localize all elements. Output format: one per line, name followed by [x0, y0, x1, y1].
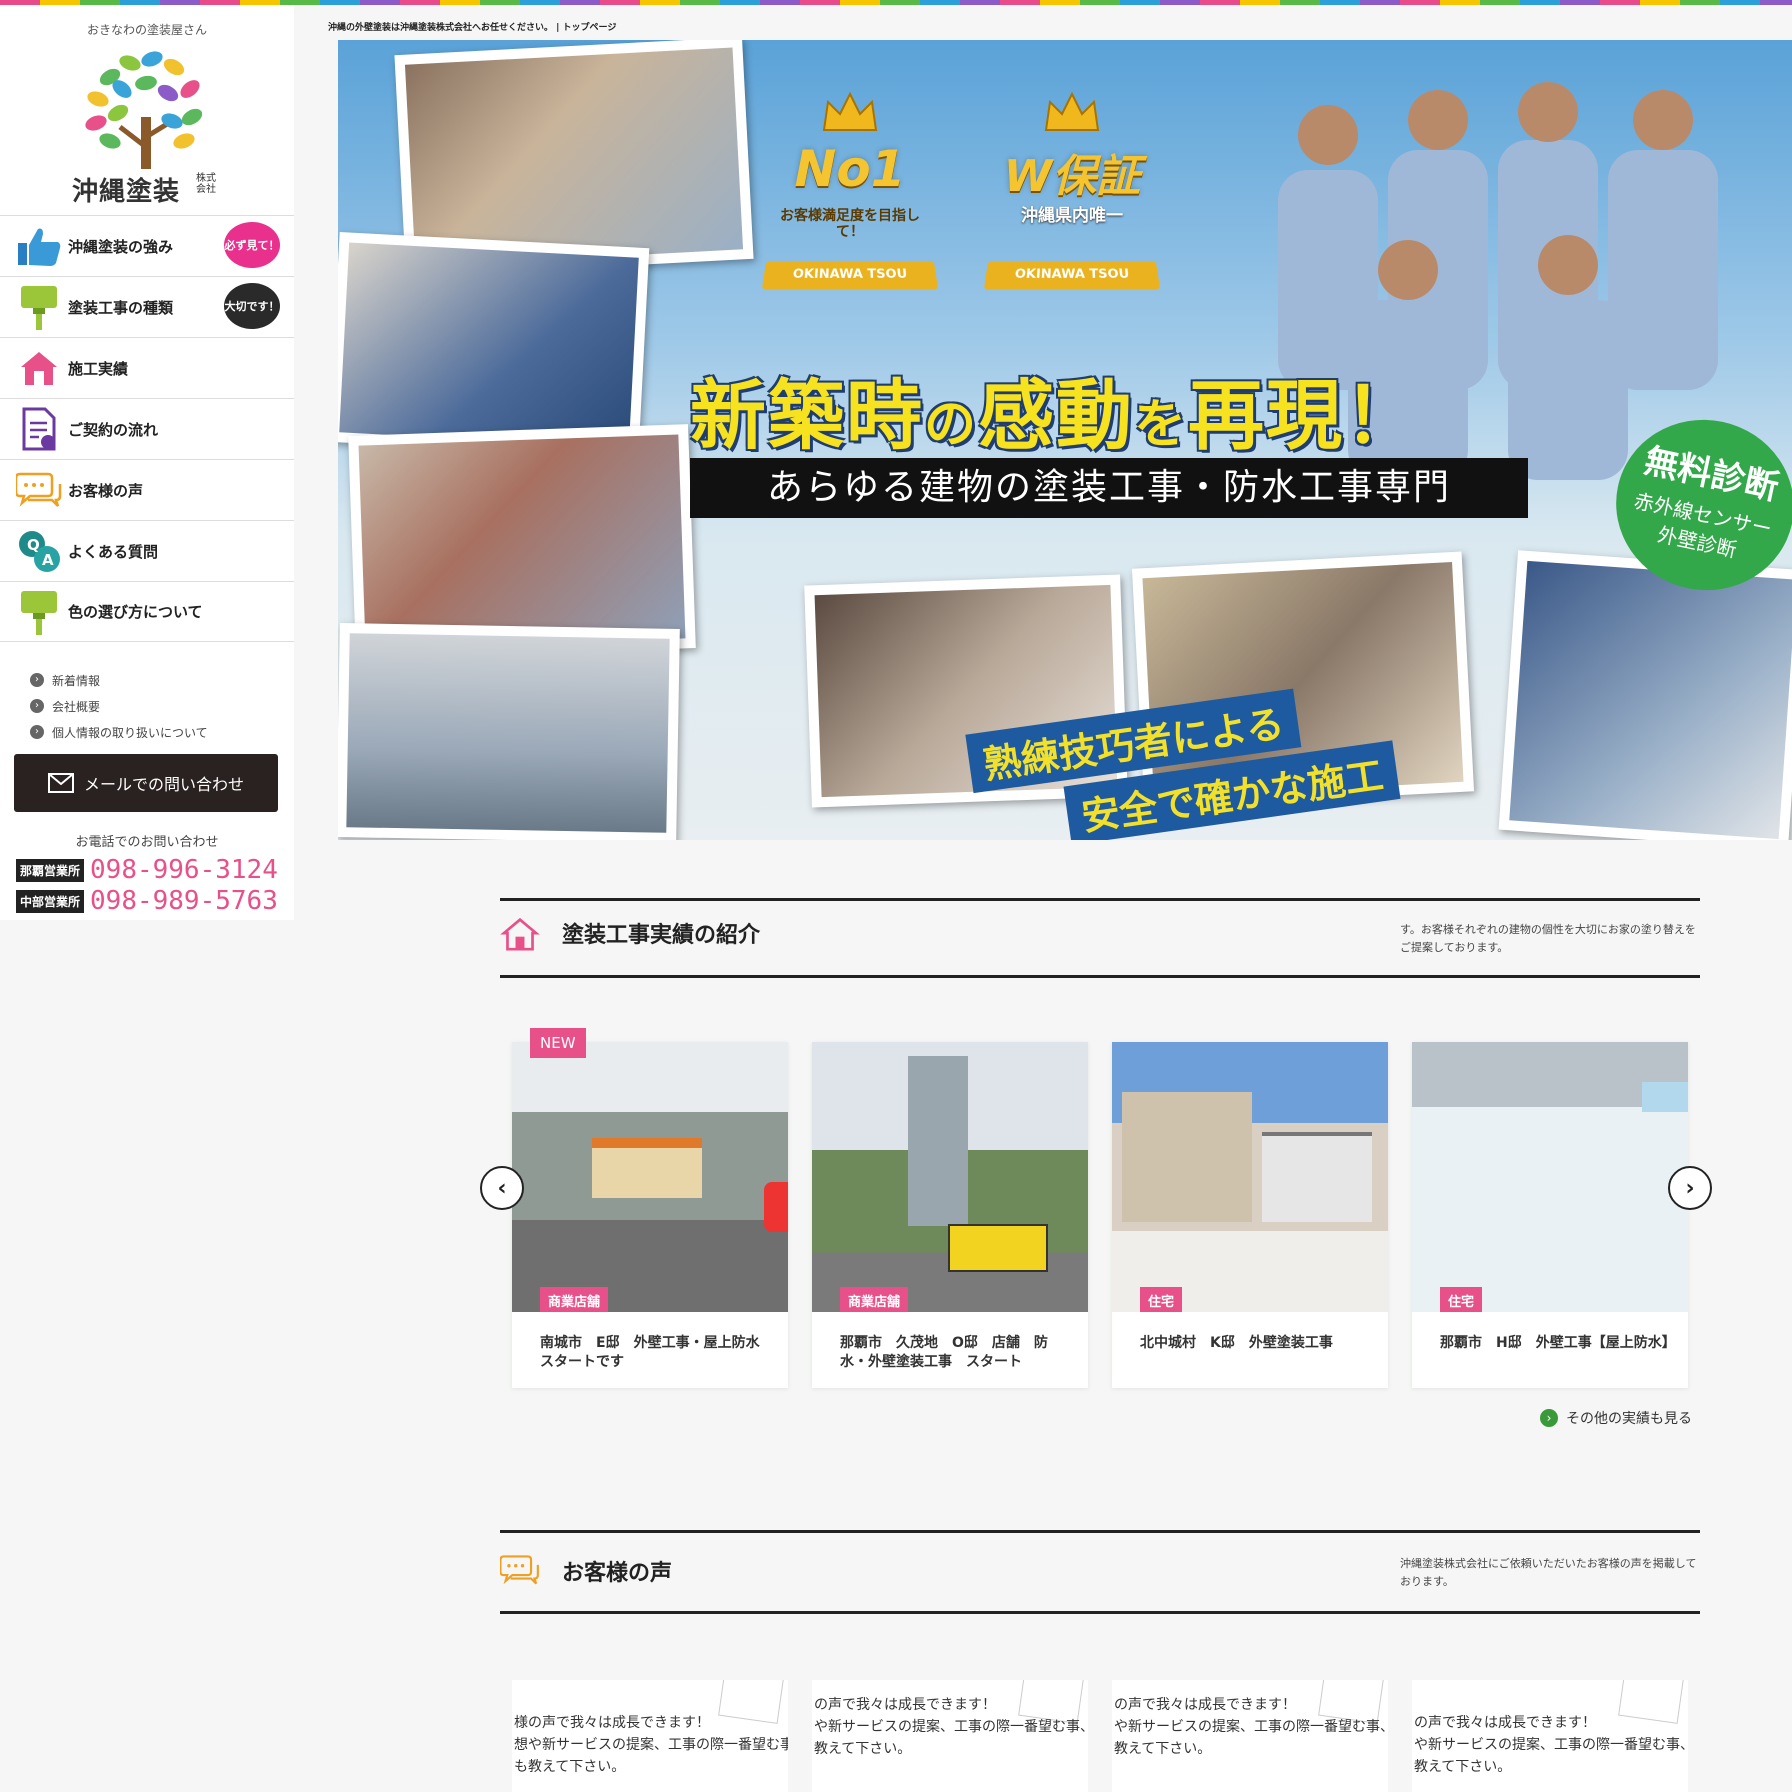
office-tag: 中部営業所	[16, 889, 85, 913]
tel-row-naha: 那覇営業所 098-996-3124	[16, 855, 278, 885]
sublink-news[interactable]: › 新着情報	[30, 667, 208, 693]
category-badge: 商業店舗	[540, 1287, 609, 1312]
new-badge: NEW	[530, 1028, 586, 1058]
mail-contact-label: メールでの問い合わせ	[83, 775, 244, 794]
svg-text:A: A	[42, 551, 54, 569]
voice-card[interactable]: の声で我々は成長できます！ や新サービスの提案、工事の際一番望む事、 教えて下さい。	[1112, 1680, 1388, 1792]
sidebar-item-label: ご契約の流れ	[68, 420, 159, 439]
logo-suffix: 株式会社	[196, 173, 216, 195]
envelope-icon	[47, 773, 74, 793]
works-section-header: 塗装工事実績の紹介 す。お客様それぞれの建物の個性を大切にお家の塗り替えをご提案…	[500, 898, 1700, 978]
tel-row-chubu: 中部営業所 098-989-5763	[16, 886, 278, 916]
chevron-right-icon: ›	[1540, 1409, 1558, 1427]
more-works-link[interactable]: › その他の実績も見る	[1540, 1408, 1692, 1428]
sidebar-nav: 沖縄塗装の強み 必ず見て！ 塗装工事の種類 大切です！ 施工実績 ご契約の流れ	[0, 215, 294, 642]
works-card-image: 住宅	[1112, 1042, 1388, 1312]
voices-section-header: お客様の声 沖縄塗装株式会社にご依頼いただいたお客様の声を掲載しております。	[500, 1530, 1700, 1614]
works-card-image: 商業店舗	[512, 1042, 788, 1312]
voice-card[interactable]: の声で我々は成長できます！ や新サービスの提案、工事の際一番望む事、 教えて下さい。	[1412, 1680, 1688, 1792]
voice-card-text: の声で我々は成長できます！ や新サービスの提案、工事の際一番望む事、 教えて下さい。	[1414, 1715, 1688, 1775]
hero-photo	[338, 232, 650, 458]
crown-icon	[1044, 91, 1100, 131]
sidebar-sublinks: › 新着情報 › 会社概要 › 個人情報の取り扱いについて	[30, 667, 208, 745]
voice-card[interactable]: の声で我々は成長できます！ や新サービスの提案、工事の際一番望む事、 教えて下さい。	[812, 1680, 1088, 1792]
thumbs-up-icon	[12, 221, 66, 271]
sidebar-item-label: よくある質問	[68, 542, 159, 561]
voice-card-text: 様の声で我々は成長できます！ 想や新サービスの提案、工事の際一番望む事、 も教えて下…	[514, 1715, 788, 1775]
sidebar-item-faq[interactable]: QA よくある質問	[0, 520, 294, 581]
voices-section-desc: 沖縄塗装株式会社にご依頼いただいたお客様の声を掲載しております。	[1400, 1557, 1697, 1588]
works-card-title: 那覇市 H邸 外壁工事【屋上防水】	[1440, 1335, 1676, 1351]
hero-subheadline: あらゆる建物の塗装工事・防水工事専門	[690, 458, 1528, 518]
breadcrumb[interactable]: 沖縄の外壁塗装は沖縄塗装株式会社へお任せください。 | トップページ	[328, 20, 616, 33]
works-card-image: 商業店舗	[812, 1042, 1088, 1312]
sidebar-item-label: 色の選び方について	[68, 603, 203, 621]
phone-number[interactable]: 098-996-3124	[90, 855, 278, 885]
tree-logo-icon	[85, 51, 203, 169]
works-card[interactable]: 商業店舗 那覇市 久茂地 O邸 店舗 防水・外壁塗装工事 スタート	[812, 1042, 1088, 1388]
works-card-image: 住宅	[1412, 1042, 1688, 1312]
logo-name: 沖縄塗装	[72, 177, 181, 207]
works-card[interactable]: 商業店舗 南城市 E邸 外壁工事・屋上防水 スタートです	[512, 1042, 788, 1388]
house-icon	[12, 343, 66, 393]
must-see-badge: 必ず見て！	[224, 222, 280, 268]
sidebar-item-voices[interactable]: お客様の声	[0, 459, 294, 520]
chevron-right-icon: ›	[30, 673, 44, 687]
works-section-title: 塗装工事実績の紹介	[562, 923, 761, 948]
works-section-desc: す。お客様それぞれの建物の個性を大切にお家の塗り替えをご提案しております。	[1400, 923, 1696, 954]
voice-card[interactable]: 様の声で我々は成長できます！ 想や新サービスの提案、工事の際一番望む事、 も教えて下…	[512, 1680, 788, 1792]
hero-photo	[1498, 550, 1792, 840]
w-warranty-badge: W保証 沖縄県内唯一 OKINAWA TSOU	[982, 90, 1162, 300]
chevron-right-icon: ›	[30, 725, 44, 739]
no1-award-badge: No1 お客様満足度を目指して！ OKINAWA TSOU	[760, 90, 940, 300]
sidebar-item-label: 塗装工事の種類	[68, 298, 174, 317]
logo[interactable]: おきなわの塗装屋さん 沖縄塗装 株式会社	[0, 13, 294, 213]
qa-icon: QA	[12, 526, 66, 576]
hero-banner: No1 お客様満足度を目指して！ OKINAWA TSOU W保証 沖縄県内唯一…	[338, 40, 1792, 840]
works-card-title: 北中城村 K邸 外壁塗装工事	[1140, 1335, 1333, 1351]
voice-card-text: の声で我々は成長できます！ や新サービスの提案、工事の際一番望む事、 教えて下さい。	[1114, 1697, 1388, 1757]
category-badge: 住宅	[1140, 1287, 1183, 1312]
crown-icon	[822, 91, 878, 131]
mail-contact-button[interactable]: メールでの問い合わせ	[14, 754, 278, 812]
speech-bubble-icon	[12, 465, 66, 515]
important-badge: 大切です！	[224, 283, 280, 329]
hero-photo	[338, 623, 680, 840]
voice-card-text: の声で我々は成長できます！ や新サービスの提案、工事の際一番望む事、 教えて下さい。	[814, 1697, 1088, 1757]
sidebar-item-label: 施工実績	[68, 359, 129, 378]
category-badge: 商業店舗	[840, 1287, 909, 1312]
sidebar-item-color-choice[interactable]: 色の選び方について	[0, 581, 294, 642]
works-card-title: 南城市 E邸 外壁工事・屋上防水 スタートです	[540, 1335, 774, 1370]
works-card-title: 那覇市 久茂地 O邸 店舗 防水・外壁塗装工事 スタート	[840, 1335, 1048, 1370]
hero-headline: 新築時の感動を再現！	[690, 371, 1423, 460]
paint-brush-icon	[12, 587, 66, 637]
contract-icon	[12, 404, 66, 454]
speech-bubble-icon	[500, 1555, 539, 1585]
carousel-prev-button[interactable]: ‹	[480, 1166, 524, 1210]
logo-tagline: おきなわの塗装屋さん	[86, 23, 207, 37]
sidebar: おきなわの塗装屋さん 沖縄塗装 株式会社 沖縄塗装の強み 必ず見て！ 塗装工事の…	[0, 5, 294, 920]
sublink-company[interactable]: › 会社概要	[30, 693, 208, 719]
sidebar-item-contract-flow[interactable]: ご契約の流れ	[0, 398, 294, 459]
paint-brush-icon	[12, 282, 66, 332]
house-icon	[500, 917, 540, 951]
sidebar-item-works[interactable]: 施工実績	[0, 337, 294, 398]
phone-number[interactable]: 098-989-5763	[90, 886, 278, 916]
sidebar-item-work-types[interactable]: 塗装工事の種類 大切です！	[0, 276, 294, 337]
sidebar-item-strengths[interactable]: 沖縄塗装の強み 必ず見て！	[0, 215, 294, 276]
works-card[interactable]: 住宅 那覇市 H邸 外壁工事【屋上防水】	[1412, 1042, 1688, 1388]
sublink-privacy[interactable]: › 個人情報の取り扱いについて	[30, 719, 208, 745]
voices-section-title: お客様の声	[562, 1561, 673, 1586]
svg-text:Q: Q	[27, 536, 40, 554]
office-tag: 那覇営業所	[16, 858, 85, 882]
carousel-next-button[interactable]: ›	[1668, 1166, 1712, 1210]
category-badge: 住宅	[1440, 1287, 1483, 1312]
sidebar-item-label: 沖縄塗装の強み	[68, 237, 174, 256]
sidebar-item-label: お客様の声	[68, 481, 144, 500]
tel-title: お電話でのお問い合わせ	[75, 835, 219, 850]
chevron-right-icon: ›	[30, 699, 44, 713]
works-card[interactable]: 住宅 北中城村 K邸 外壁塗装工事	[1112, 1042, 1388, 1388]
